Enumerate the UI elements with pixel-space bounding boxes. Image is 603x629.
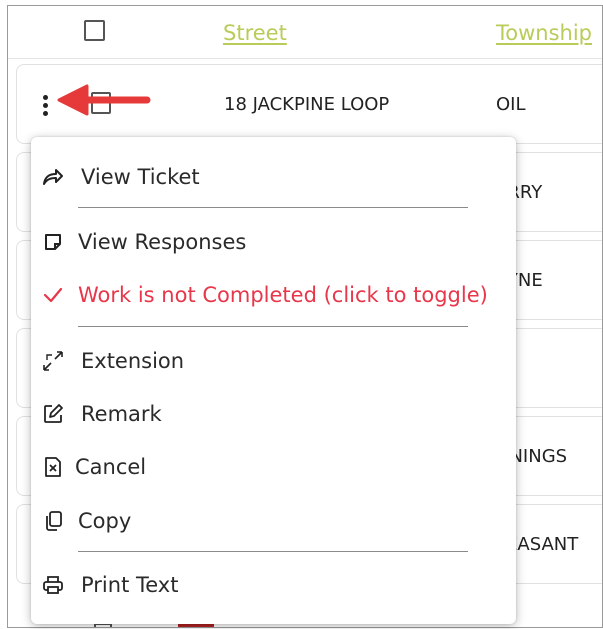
- header-divider: [8, 58, 602, 59]
- copy-icon: [41, 509, 65, 533]
- note-icon: [41, 230, 65, 254]
- table-header: Street Township: [8, 6, 602, 59]
- menu-item-remark[interactable]: Remark: [31, 394, 516, 434]
- menu-item-label: View Responses: [78, 230, 247, 254]
- printer-icon: [41, 573, 65, 597]
- select-all-checkbox[interactable]: [84, 20, 105, 41]
- menu-item-label: Work is not Completed (click to toggle): [78, 283, 488, 307]
- menu-item-label: Print Text: [81, 573, 179, 597]
- menu-divider: [78, 326, 468, 327]
- menu-item-view-ticket[interactable]: View Ticket: [31, 157, 516, 197]
- menu-item-label: Cancel: [75, 455, 147, 479]
- menu-item-view-responses[interactable]: View Responses: [31, 222, 516, 262]
- expand-arrows-icon: [41, 349, 65, 373]
- menu-item-label: Extension: [81, 349, 185, 373]
- menu-item-copy[interactable]: Copy: [31, 501, 516, 541]
- menu-item-cancel[interactable]: Cancel: [31, 447, 516, 487]
- menu-item-toggle-work-completed[interactable]: Work is not Completed (click to toggle): [31, 275, 516, 315]
- menu-divider: [78, 551, 468, 552]
- menu-item-extension[interactable]: Extension: [31, 341, 516, 381]
- menu-item-label: View Ticket: [81, 165, 200, 189]
- row-context-menu: View Ticket View Responses Work is not C…: [31, 137, 516, 624]
- annotation-arrow-icon: [57, 84, 151, 116]
- row-actions-kebab-icon[interactable]: [41, 95, 49, 116]
- row-street: 18 JACKPINE LOOP: [224, 94, 390, 115]
- menu-item-print-text[interactable]: Print Text: [31, 565, 516, 605]
- menu-item-label: Remark: [81, 402, 162, 426]
- share-forward-icon: [41, 165, 65, 189]
- checkmark-icon: [41, 283, 65, 307]
- cancel-doc-icon: [41, 455, 65, 479]
- menu-item-label: Copy: [78, 509, 132, 533]
- column-header-street[interactable]: Street: [223, 21, 287, 45]
- menu-divider: [78, 207, 468, 208]
- edit-pencil-icon: [41, 402, 65, 426]
- column-header-township[interactable]: Township: [496, 21, 592, 45]
- row-township: OIL: [496, 94, 526, 115]
